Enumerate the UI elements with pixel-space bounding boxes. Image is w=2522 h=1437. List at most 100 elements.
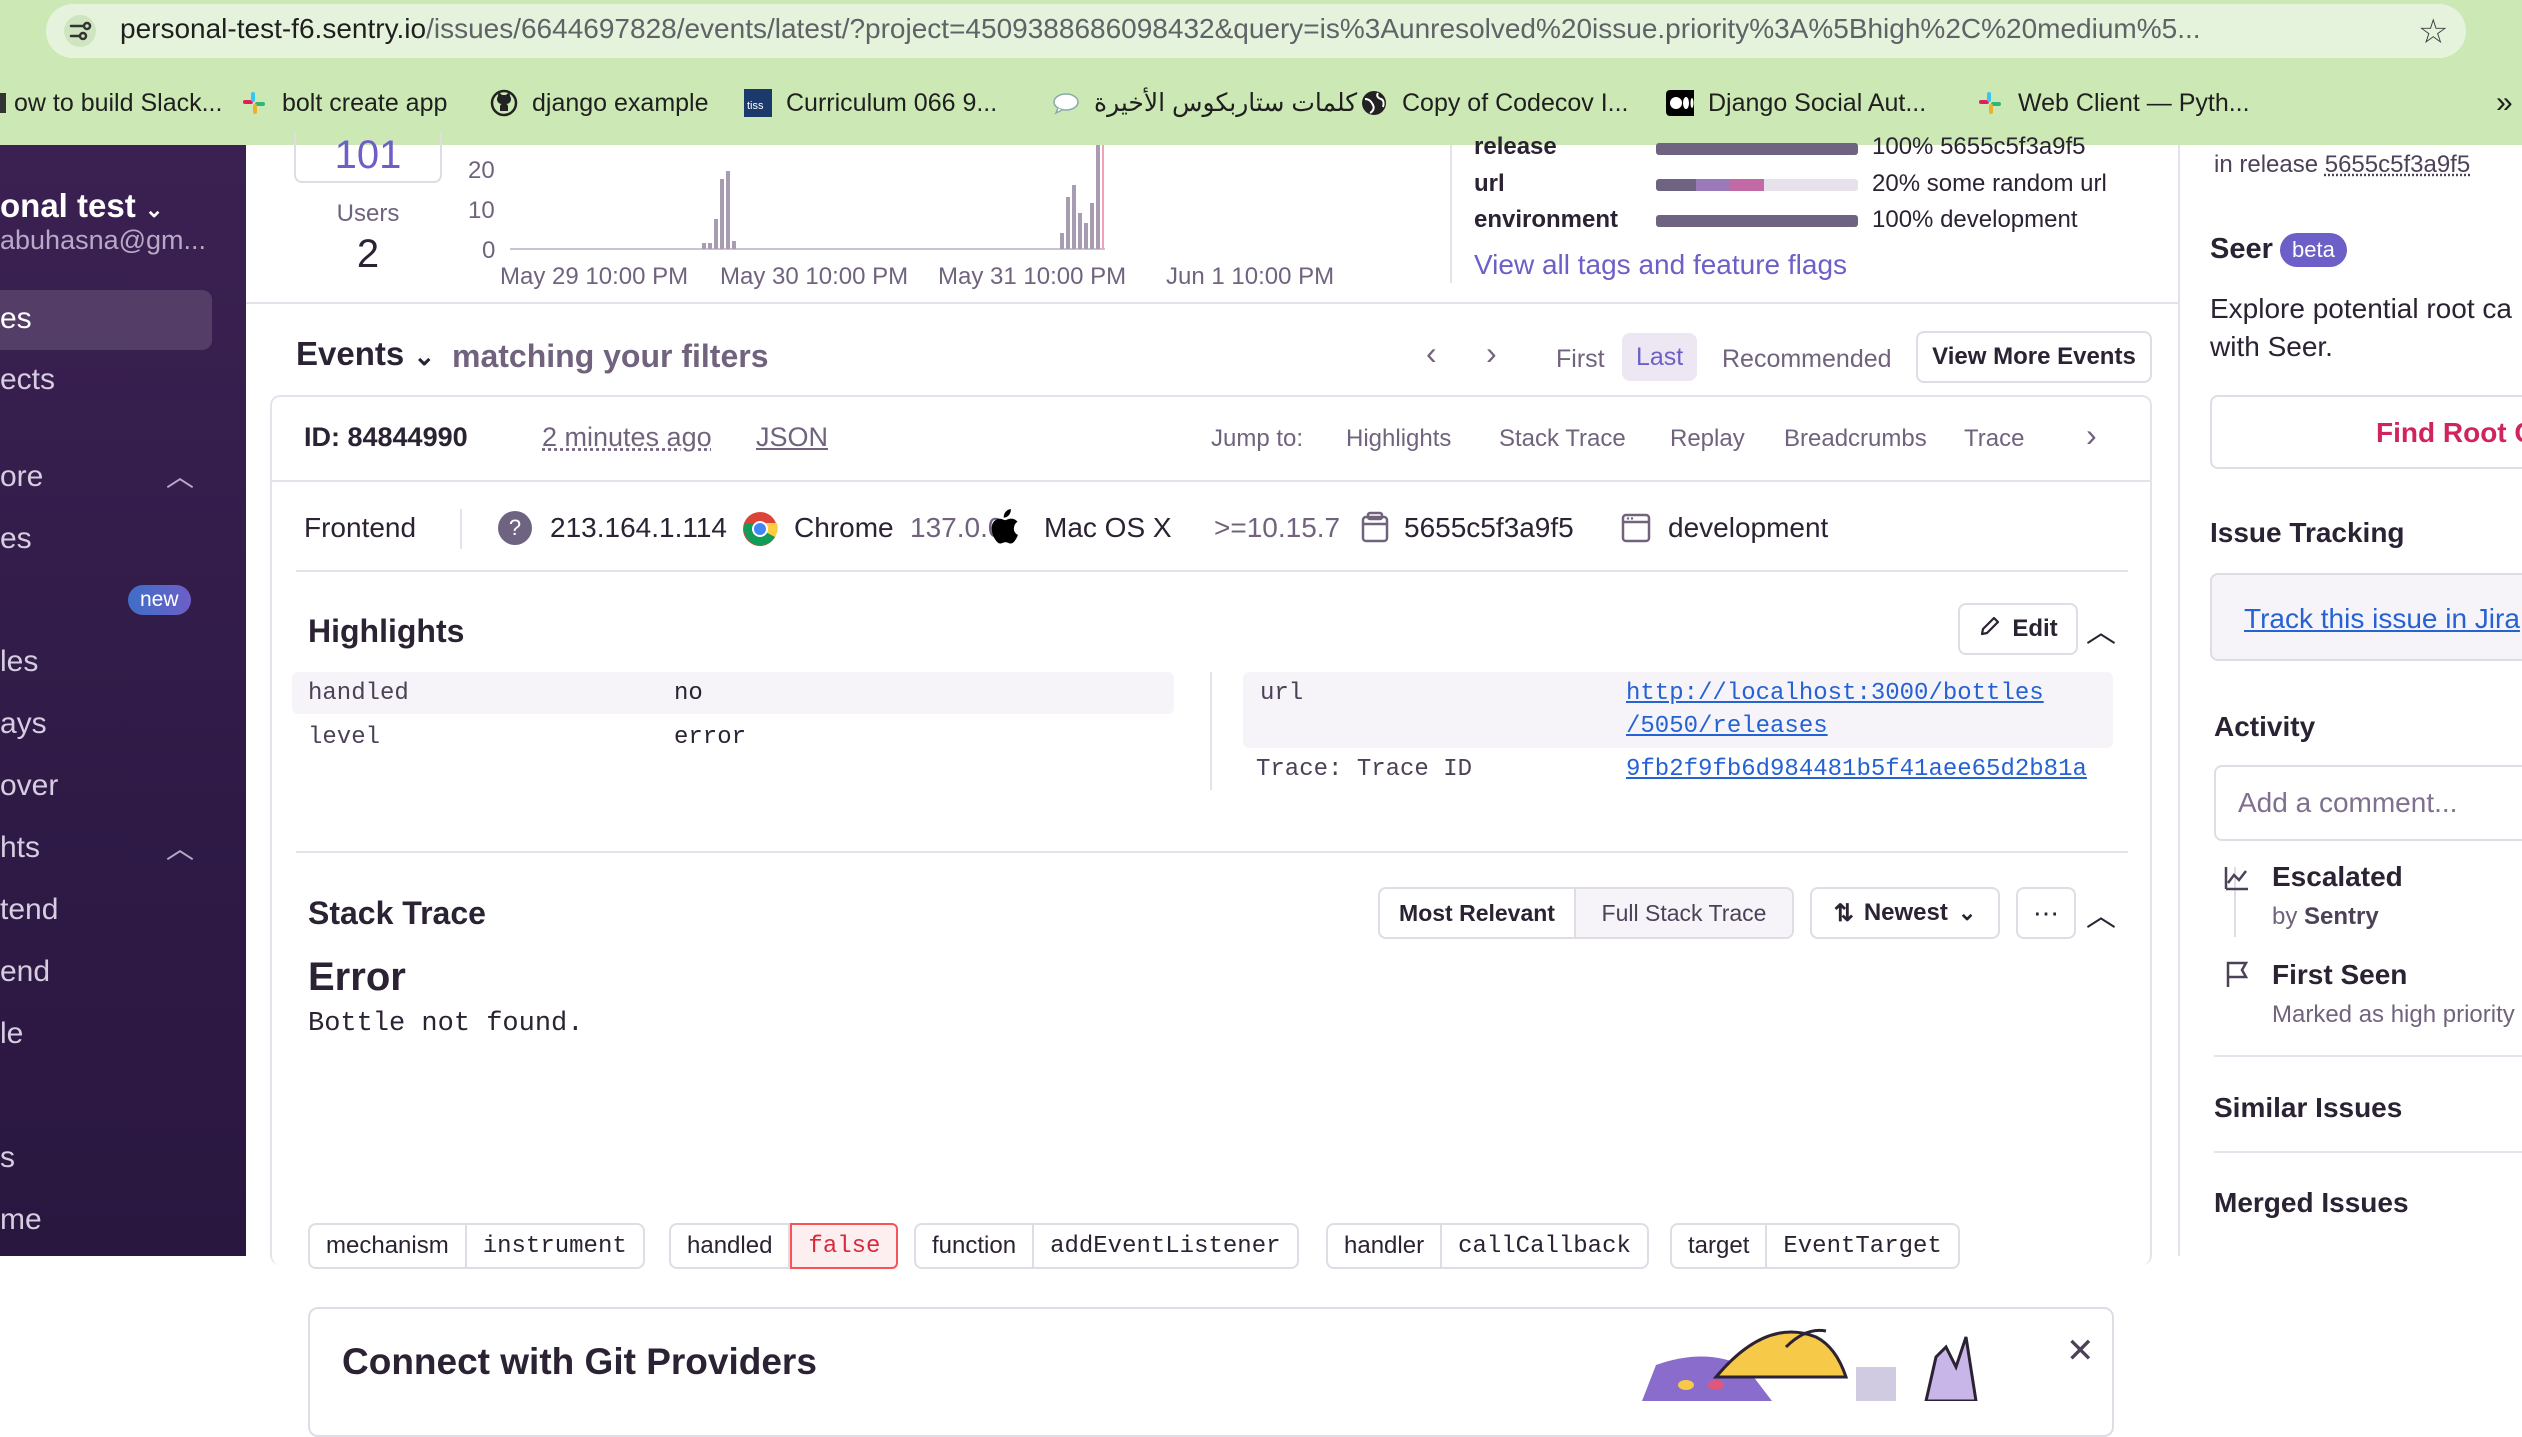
bookmarks-overflow-button[interactable]: » <box>2496 88 2513 118</box>
collapse-chevron-icon[interactable]: ︿ <box>2086 607 2116 651</box>
next-event-icon[interactable]: › <box>1486 335 1497 372</box>
git-banner-title: Connect with Git Providers <box>342 1341 817 1383</box>
sidebar-item-traces[interactable]: es <box>0 522 32 556</box>
mechanism-tag[interactable]: handled false <box>669 1223 898 1269</box>
edit-highlights-button[interactable]: Edit <box>1958 603 2078 655</box>
sidebar-item-profiles[interactable]: les <box>0 645 38 679</box>
github-icon <box>490 89 518 117</box>
jump-breadcrumbs[interactable]: Breadcrumbs <box>1784 425 1927 453</box>
prev-event-icon[interactable]: ‹ <box>1426 335 1437 372</box>
url-path: /issues/6644697828/events/latest/?projec… <box>426 13 2201 44</box>
merged-issues-title[interactable]: Merged Issues <box>2214 1187 2409 1219</box>
mechanism-tag-key: mechanism <box>310 1225 467 1267</box>
event-id: ID: 84844990 <box>304 422 468 453</box>
events-chart[interactable] <box>510 145 1110 255</box>
sidebar-item-mobile[interactable]: le <box>0 1017 23 1051</box>
mechanism-tag-value: addEventListener <box>1034 1225 1296 1267</box>
similar-issues-title[interactable]: Similar Issues <box>2214 1092 2402 1124</box>
tag-distribution-bar[interactable] <box>1656 143 1858 155</box>
sidebar-item-explore[interactable]: ore <box>0 460 43 494</box>
bookmark-label: كلمات ستاربكوس الأخيرة <box>1094 88 1357 118</box>
jump-stack-trace[interactable]: Stack Trace <box>1499 425 1626 453</box>
jump-highlights[interactable]: Highlights <box>1346 425 1451 453</box>
events-dropdown[interactable]: Events ⌄ <box>296 335 435 373</box>
browser-name[interactable]: Chrome <box>794 512 894 544</box>
sort-dropdown[interactable]: ⇅ Newest ⌄ <box>1810 887 2000 939</box>
mechanism-tag[interactable]: handler callCallback <box>1326 1223 1649 1269</box>
full-stack-trace-button[interactable]: Full Stack Trace <box>1576 889 1792 937</box>
tag-key[interactable]: url <box>1474 170 1505 198</box>
chevron-up-icon[interactable]: ︿ <box>166 827 194 867</box>
chevron-up-icon[interactable]: ︿ <box>166 455 194 495</box>
in-release: in release 5655c5f3a9f5 <box>2214 151 2470 179</box>
slack-icon <box>240 89 268 117</box>
bookmark-item[interactable]: ow to build Slack... <box>0 88 222 118</box>
url-value-link[interactable]: http://localhost:3000/bottles <box>1626 680 2044 707</box>
bookmark-star-icon[interactable]: ☆ <box>2418 12 2448 52</box>
view-all-tags-link[interactable]: View all tags and feature flags <box>1474 249 1847 281</box>
bookmark-item[interactable]: Web Client — Pyth... <box>1976 88 2250 118</box>
sidebar-item-stats[interactable]: s <box>0 1141 15 1175</box>
site-settings-icon[interactable] <box>62 14 98 48</box>
chevron-down-icon: ⌄ <box>145 197 163 222</box>
most-relevant-button[interactable]: Most Relevant <box>1380 889 1576 937</box>
divider <box>272 480 2150 482</box>
events-count[interactable]: 101 <box>294 133 442 183</box>
org-name[interactable]: onal test ⌄ <box>0 187 163 225</box>
bookmark-item[interactable]: tiss Curriculum 066 9... <box>744 88 997 118</box>
sidebar-item-replays[interactable]: ays <box>0 707 47 741</box>
event-time[interactable]: 2 minutes ago <box>542 422 712 453</box>
sidebar-item-discover[interactable]: over <box>0 769 58 803</box>
divider <box>1450 145 1452 283</box>
seer-title: Seer <box>2210 233 2273 266</box>
tag-distribution-bar[interactable] <box>1656 215 1858 227</box>
bookmark-item[interactable]: كلمات ستاربكوس الأخيرة <box>1052 88 1357 118</box>
recommended-event-button[interactable]: Recommended <box>1722 345 1892 374</box>
sidebar-item-projects[interactable]: ects <box>0 363 55 397</box>
sidebar-item-insights[interactable]: hts <box>0 831 40 865</box>
slack-icon <box>1976 89 2004 117</box>
view-more-events-button[interactable]: View More Events <box>1916 331 2152 383</box>
track-jira-link[interactable]: Track this issue in Jira <box>2244 603 2520 635</box>
globe-icon <box>1360 89 1388 117</box>
chevron-down-icon: ⌄ <box>1958 900 1976 926</box>
users-count[interactable]: 2 <box>294 232 442 277</box>
sidebar-item-backend[interactable]: end <box>0 955 50 989</box>
mechanism-tag[interactable]: target EventTarget <box>1670 1223 1960 1269</box>
environment-value[interactable]: development <box>1668 512 1828 544</box>
trace-id-link[interactable]: 9fb2f9fb6d984481b5f41aee65d2b81a <box>1626 756 2087 783</box>
tag-key[interactable]: release <box>1474 133 1557 161</box>
sidebar-item-frontend[interactable]: tend <box>0 893 58 927</box>
highlight-value: error <box>674 724 746 751</box>
first-event-button[interactable]: First <box>1556 345 1605 374</box>
tag-distribution-bar[interactable] <box>1656 179 1858 191</box>
first-seen-title: First Seen <box>2272 959 2407 991</box>
user-ip[interactable]: 213.164.1.114 <box>550 512 727 544</box>
json-link[interactable]: JSON <box>756 422 828 453</box>
mechanism-tag[interactable]: mechanism instrument <box>308 1223 645 1269</box>
bookmark-item[interactable]: Copy of Codecov I... <box>1360 88 1629 118</box>
collapse-chevron-icon[interactable]: ︿ <box>2086 891 2116 935</box>
last-event-button[interactable]: Last <box>1622 333 1697 381</box>
sidebar-item-home[interactable]: me <box>0 1203 42 1237</box>
bookmark-item[interactable]: bolt create app <box>240 88 447 118</box>
jump-replay[interactable]: Replay <box>1670 425 1745 453</box>
more-options-button[interactable]: ⋯ <box>2016 887 2076 939</box>
bookmark-item[interactable]: Django Social Aut... <box>1666 88 1926 118</box>
chevron-right-icon[interactable]: › <box>2086 417 2097 454</box>
bookmark-item[interactable]: django example <box>490 88 709 118</box>
jump-trace[interactable]: Trace <box>1964 425 2024 453</box>
sidebar-item-issues[interactable]: es <box>0 302 32 336</box>
os-name[interactable]: Mac OS X <box>1044 512 1172 544</box>
browser-toolbar: personal-test-f6.sentry.io/issues/664469… <box>0 0 2522 145</box>
release-value[interactable]: 5655c5f3a9f5 <box>1404 512 1574 544</box>
mechanism-tag[interactable]: function addEventListener <box>914 1223 1299 1269</box>
tag-key[interactable]: environment <box>1474 206 1618 234</box>
url-value-link-continued[interactable]: /5050/releases <box>1626 713 1828 740</box>
error-message: Bottle not found. <box>308 1009 583 1039</box>
in-release-value[interactable]: 5655c5f3a9f5 <box>2325 151 2470 178</box>
close-icon[interactable]: ✕ <box>2066 1331 2095 1371</box>
highlight-key: Trace: Trace ID <box>1256 756 1472 783</box>
url-text[interactable]: personal-test-f6.sentry.io/issues/664469… <box>120 13 2400 45</box>
tag-pct: 20% <box>1872 170 1920 197</box>
